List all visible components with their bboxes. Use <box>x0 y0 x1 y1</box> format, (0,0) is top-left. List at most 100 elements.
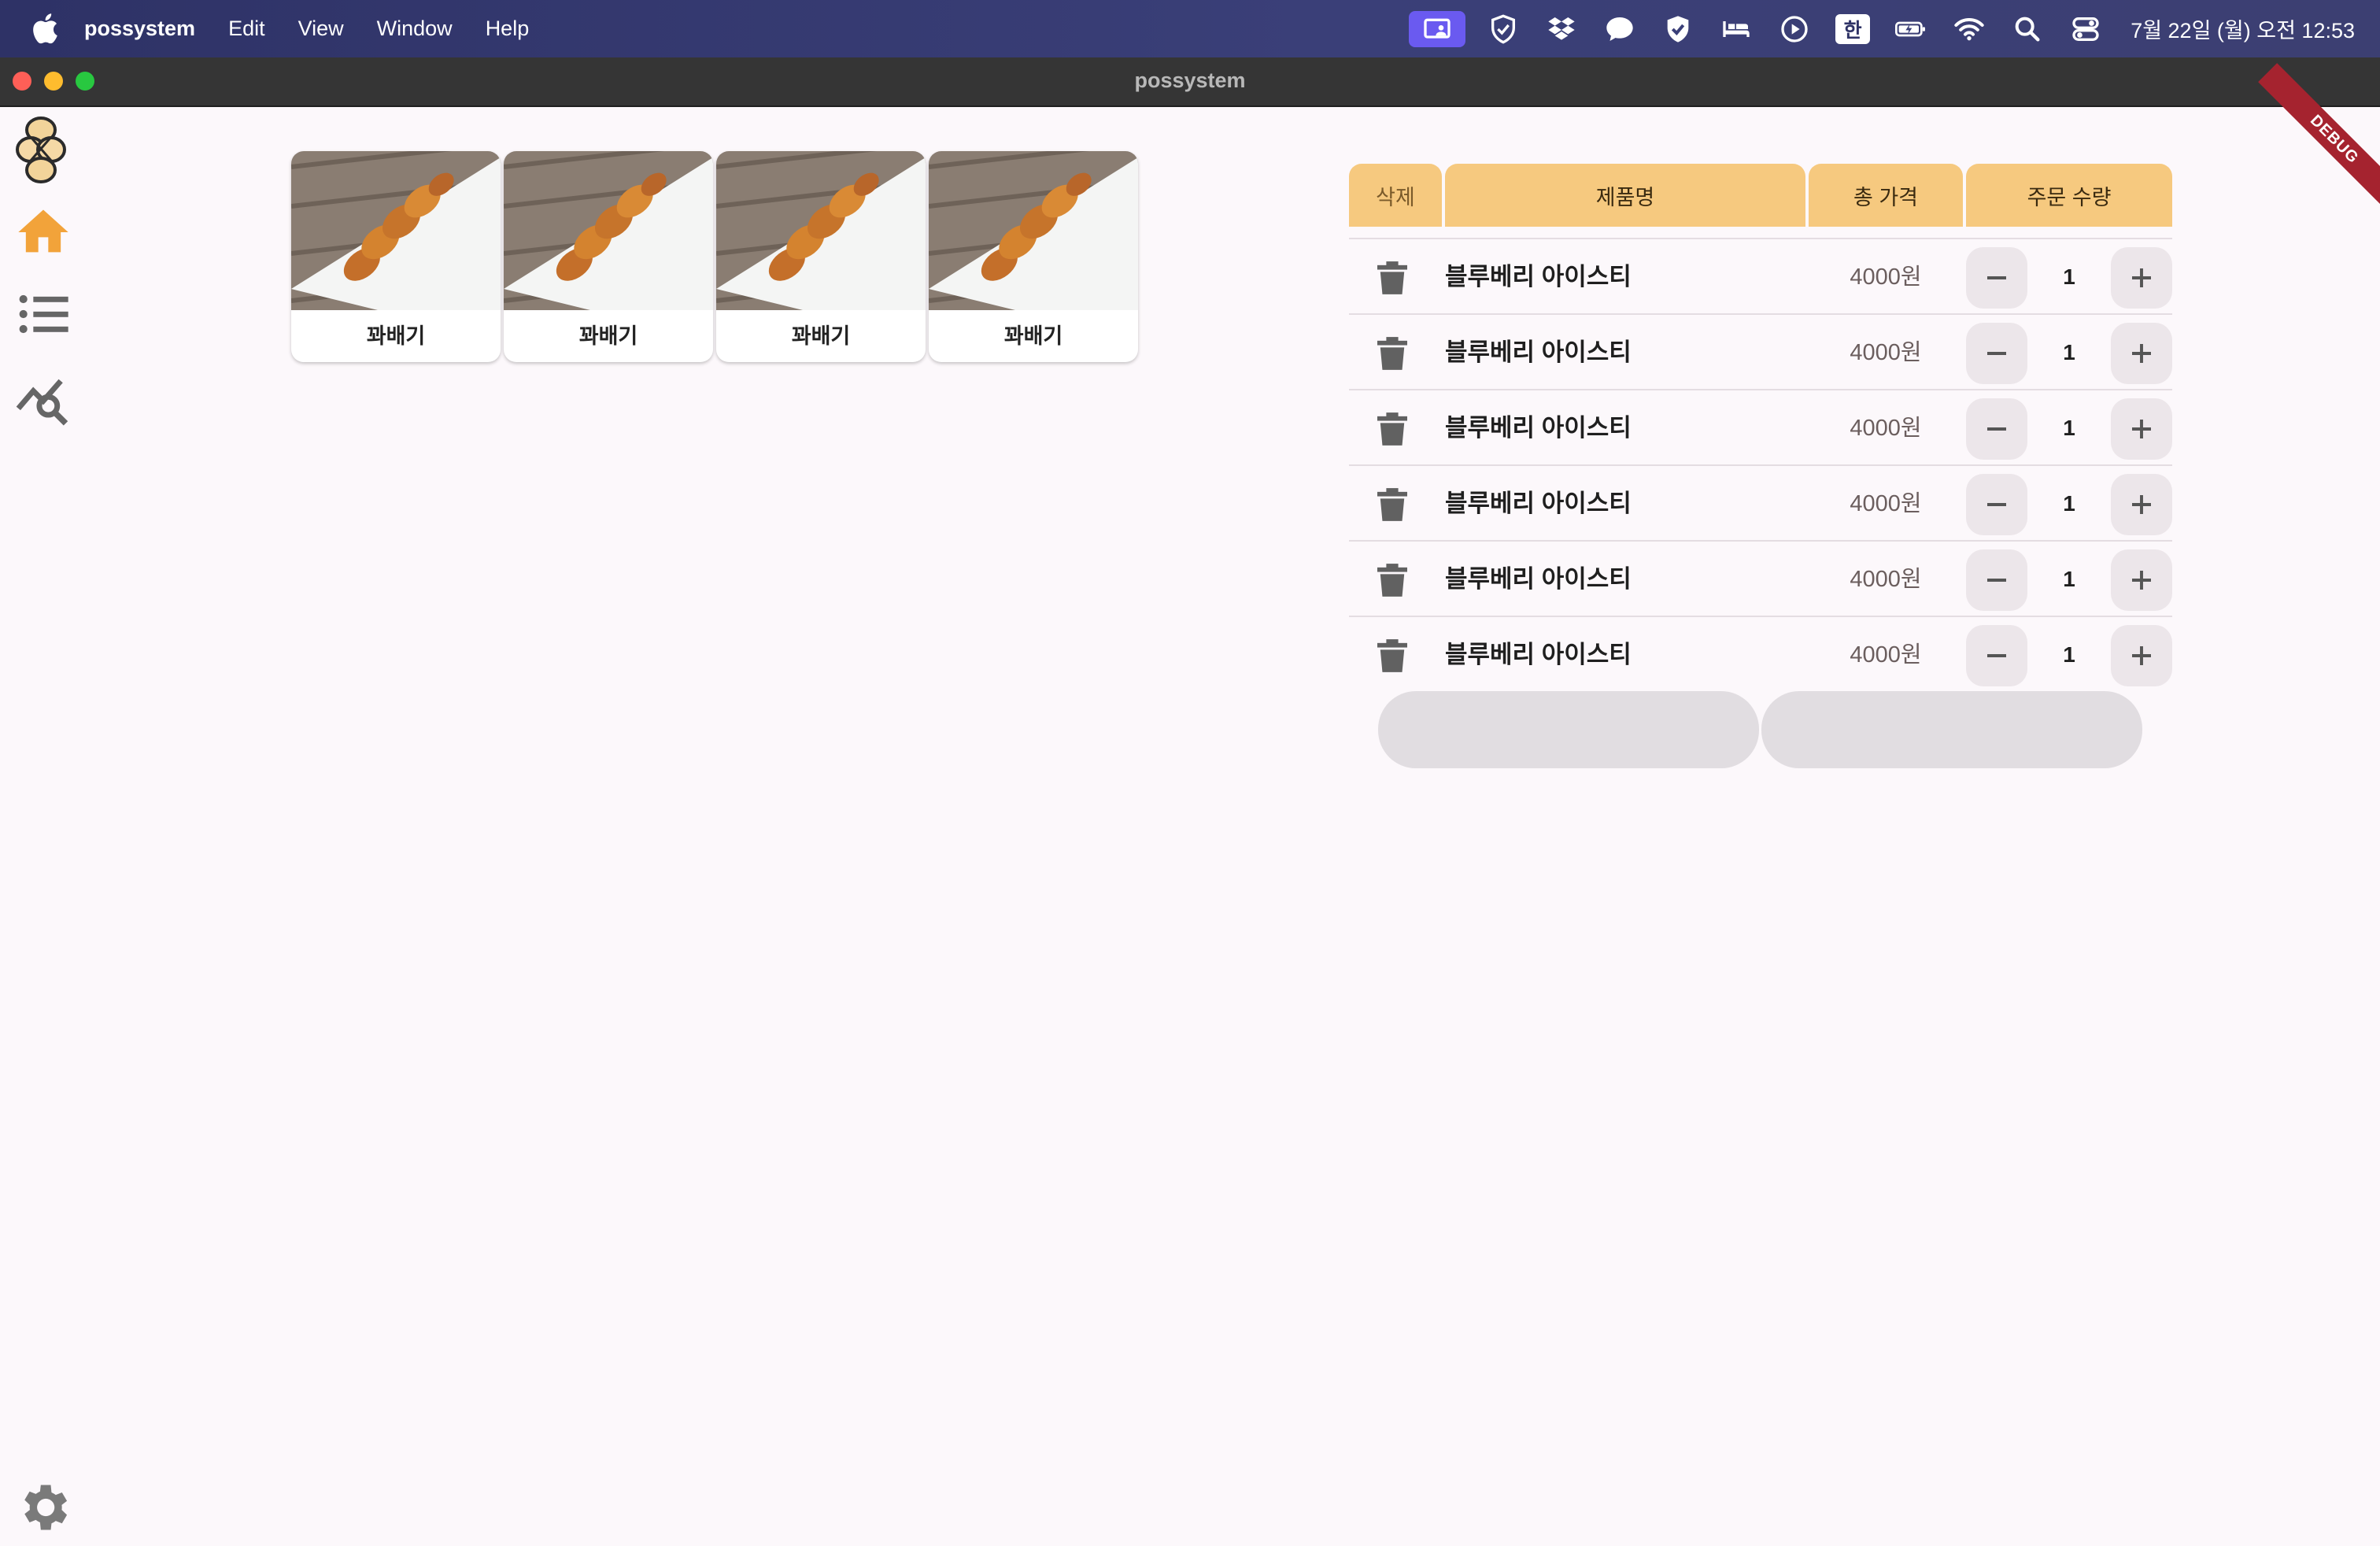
product-card[interactable]: 꽈배기 <box>504 151 713 362</box>
menu-edit[interactable]: Edit <box>228 17 265 41</box>
bed-icon[interactable] <box>1716 9 1757 50</box>
order-product-name: 블루베리 아이스티 <box>1445 490 1632 517</box>
decrease-quantity-button[interactable] <box>1966 549 2027 611</box>
minus-icon <box>1987 352 2006 355</box>
order-quantity: 1 <box>2063 491 2075 516</box>
battery-icon[interactable] <box>1890 9 1931 50</box>
decrease-quantity-button[interactable] <box>1966 398 2027 460</box>
nav-list[interactable] <box>11 282 76 346</box>
wifi-icon[interactable] <box>1949 9 1990 50</box>
decrease-quantity-button[interactable] <box>1966 474 2027 535</box>
gear-icon <box>24 1485 68 1530</box>
product-name: 꽈배기 <box>791 324 851 348</box>
menu-view[interactable]: View <box>298 17 344 41</box>
order-price: 4000원 <box>1850 491 1922 516</box>
delete-trash-icon[interactable] <box>1377 261 1407 294</box>
vpn-shield-icon[interactable] <box>1658 9 1698 50</box>
order-product-name: 블루베리 아이스티 <box>1445 641 1632 668</box>
order-price: 4000원 <box>1850 340 1922 365</box>
status-area: 한 7월 22일 (월) 오전 12:53 <box>1400 0 2380 57</box>
product-card[interactable]: 꽈배기 <box>291 151 501 362</box>
minus-icon <box>1987 579 2006 582</box>
order-action-button-right[interactable] <box>1761 691 2142 768</box>
product-grid: 꽈배기 꽈배기 꽈배기 꽈배기 <box>291 151 1138 362</box>
order-price: 4000원 <box>1850 642 1922 668</box>
delete-trash-icon[interactable] <box>1377 488 1407 521</box>
increase-quantity-button[interactable] <box>2111 625 2172 686</box>
product-name: 꽈배기 <box>578 324 638 348</box>
order-row: 블루베리 아이스티 4000원 1 <box>1349 238 2172 315</box>
order-quantity: 1 <box>2063 567 2075 591</box>
chat-bubble-icon[interactable] <box>1599 9 1640 50</box>
nav-rail <box>0 107 85 1546</box>
play-circle-icon[interactable] <box>1774 9 1815 50</box>
spotlight-search-icon[interactable] <box>2007 9 2048 50</box>
order-product-name: 블루베리 아이스티 <box>1445 263 1632 290</box>
product-card[interactable]: 꽈배기 <box>716 151 926 362</box>
order-row: 블루베리 아이스티 4000원 1 <box>1349 540 2172 617</box>
increase-quantity-button[interactable] <box>2111 549 2172 611</box>
order-quantity: 1 <box>2063 340 2075 364</box>
plus-icon <box>2132 571 2151 590</box>
menu-app-name[interactable]: possystem <box>84 17 195 41</box>
order-price: 4000원 <box>1850 264 1922 290</box>
menu-window[interactable]: Window <box>377 17 453 41</box>
order-table: 삭제 제품명 총 가격 주문 수량 블루베리 아이스티 4000원 1 블루베리… <box>1349 164 2172 686</box>
nav-home[interactable] <box>11 200 76 264</box>
menu-help[interactable]: Help <box>486 17 530 41</box>
product-name: 꽈배기 <box>366 324 426 348</box>
order-product-name: 블루베리 아이스티 <box>1445 565 1632 593</box>
minus-icon <box>1987 276 2006 279</box>
query-stats-icon <box>16 379 68 426</box>
decrease-quantity-button[interactable] <box>1966 625 2027 686</box>
plus-icon <box>2132 495 2151 514</box>
delete-trash-icon[interactable] <box>1377 639 1407 672</box>
plus-icon <box>2132 420 2151 438</box>
window-title-bar: possystem <box>0 57 2380 107</box>
delete-trash-icon[interactable] <box>1377 564 1407 597</box>
plus-icon <box>2132 344 2151 363</box>
nav-analytics[interactable] <box>11 364 76 428</box>
header-product-name: 제품명 <box>1445 164 1805 227</box>
order-price: 4000원 <box>1850 567 1922 592</box>
dropbox-icon[interactable] <box>1541 9 1582 50</box>
decrease-quantity-button[interactable] <box>1966 323 2027 384</box>
home-icon <box>18 209 68 253</box>
product-card[interactable]: 꽈배기 <box>929 151 1138 362</box>
order-row: 블루베리 아이스티 4000원 1 <box>1349 464 2172 542</box>
menu-bar: possystem Edit View Window Help 한 7월 22일… <box>0 0 2380 57</box>
increase-quantity-button[interactable] <box>2111 323 2172 384</box>
order-action-button-left[interactable] <box>1378 691 1759 768</box>
nav-settings[interactable] <box>11 1475 76 1540</box>
header-delete: 삭제 <box>1349 164 1442 227</box>
delete-trash-icon[interactable] <box>1377 412 1407 446</box>
order-quantity: 1 <box>2063 642 2075 667</box>
product-photo <box>291 151 501 310</box>
input-source-icon[interactable]: 한 <box>1832 9 1873 50</box>
control-center-icon[interactable] <box>2065 9 2106 50</box>
product-photo <box>504 151 713 310</box>
minus-icon <box>1987 503 2006 506</box>
plus-icon <box>2132 646 2151 665</box>
order-product-name: 블루베리 아이스티 <box>1445 414 1632 442</box>
product-name: 꽈배기 <box>1003 324 1063 348</box>
menu-clock[interactable]: 7월 22일 (월) 오전 12:53 <box>2131 13 2355 44</box>
decrease-quantity-button[interactable] <box>1966 247 2027 309</box>
order-row: 블루베리 아이스티 4000원 1 <box>1349 389 2172 466</box>
increase-quantity-button[interactable] <box>2111 398 2172 460</box>
increase-quantity-button[interactable] <box>2111 247 2172 309</box>
minus-icon <box>1987 654 2006 657</box>
order-row: 블루베리 아이스티 4000원 1 <box>1349 616 2172 693</box>
shield-icon[interactable] <box>1483 9 1524 50</box>
input-source-label: 한 <box>1835 13 1871 44</box>
increase-quantity-button[interactable] <box>2111 474 2172 535</box>
header-total-price: 총 가격 <box>1809 164 1963 227</box>
delete-trash-icon[interactable] <box>1377 337 1407 370</box>
product-photo <box>716 151 926 310</box>
minus-icon <box>1987 427 2006 431</box>
apple-icon[interactable] <box>28 11 60 46</box>
order-price: 4000원 <box>1850 416 1922 441</box>
order-row: 블루베리 아이스티 4000원 1 <box>1349 313 2172 390</box>
order-product-name: 블루베리 아이스티 <box>1445 338 1632 366</box>
screen-share-icon[interactable] <box>1409 10 1466 47</box>
